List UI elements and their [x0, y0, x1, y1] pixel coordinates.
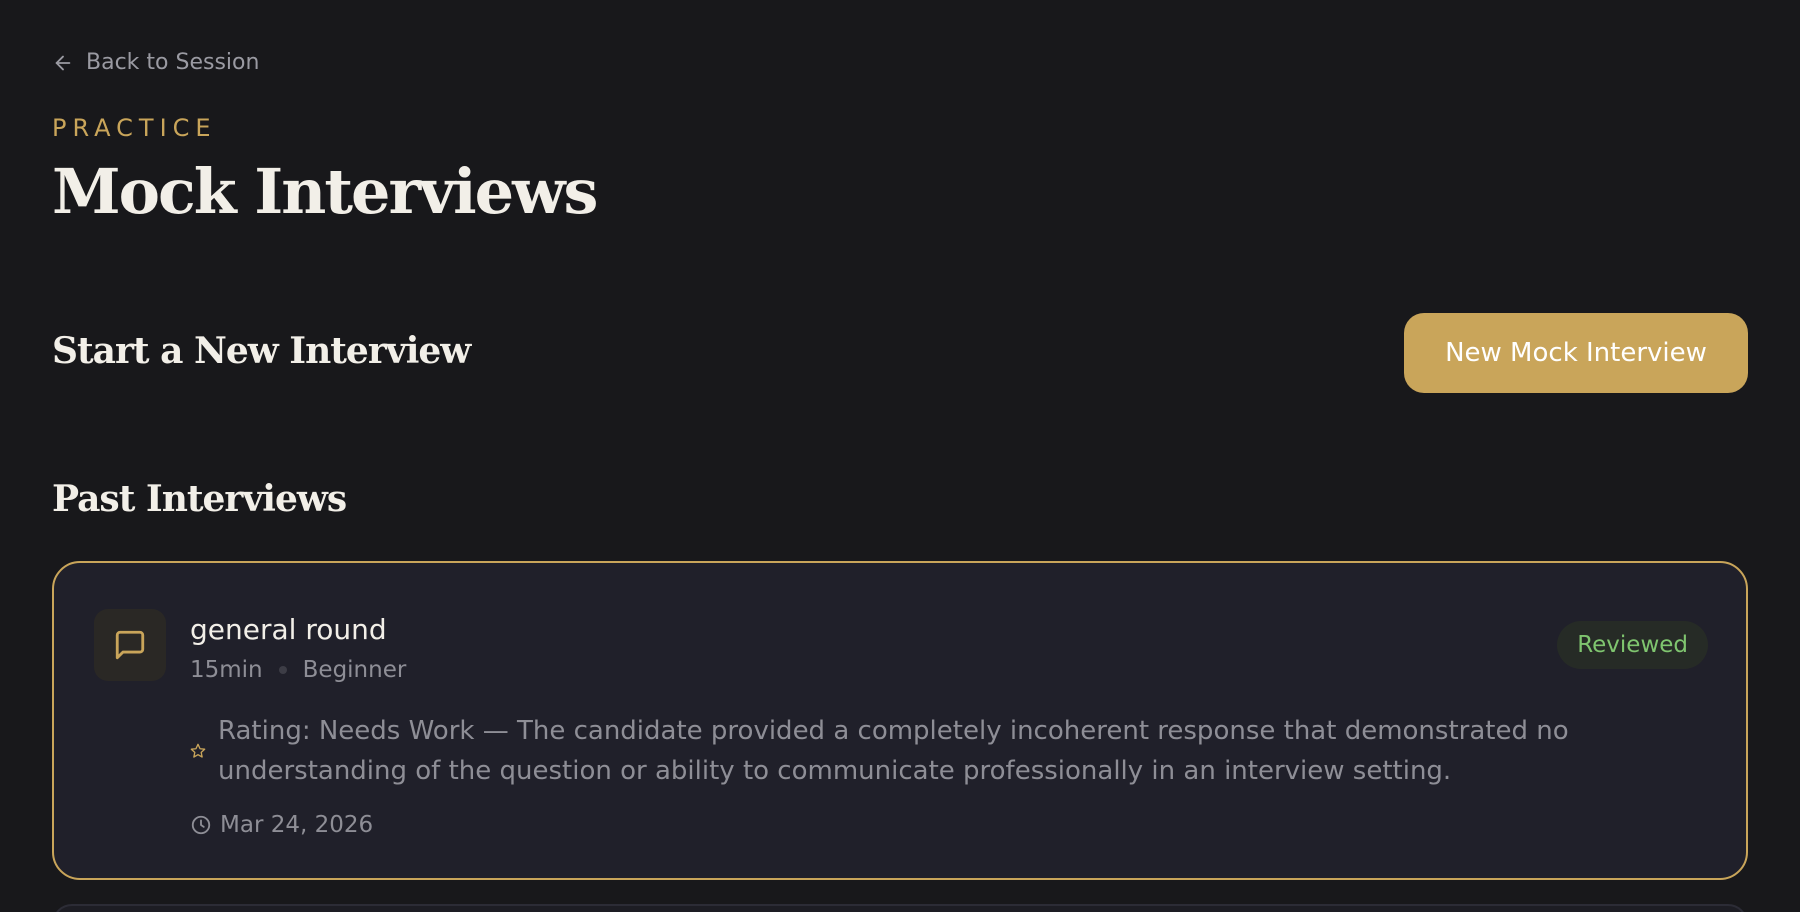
chat-bubble-icon [115, 630, 145, 660]
interview-date: Mar 24, 2026 [190, 812, 373, 838]
status-badge: Reviewed [1557, 621, 1708, 669]
start-new-interview-heading: Start a New Interview [52, 330, 471, 372]
rating-text: Rating: Needs Work — The candidate provi… [218, 716, 1569, 786]
arrow-left-icon [55, 55, 71, 70]
page-eyebrow: PRACTICE [52, 114, 217, 142]
interview-card[interactable]: general round 15min Beginner Reviewed Ra… [52, 561, 1748, 880]
interview-title: general round [190, 613, 387, 646]
next-interview-card-edge[interactable] [52, 904, 1748, 912]
new-mock-interview-button[interactable]: New Mock Interview [1404, 313, 1748, 393]
star-icon [190, 743, 206, 758]
meta-separator-dot [278, 666, 287, 674]
interview-icon-box [94, 609, 166, 681]
back-to-session-link[interactable]: Back to Session [52, 50, 259, 75]
interview-meta: 15min Beginner [190, 657, 406, 683]
page-title: Mock Interviews [52, 155, 598, 228]
interview-level: Beginner [302, 657, 407, 683]
interview-rating: Rating: Needs Work — The candidate provi… [190, 711, 1610, 791]
clock-icon [191, 815, 211, 835]
past-interviews-heading: Past Interviews [52, 478, 347, 520]
back-link-label: Back to Session [86, 50, 260, 75]
interview-date-text: Mar 24, 2026 [220, 812, 374, 838]
mock-interviews-page: Back to Session PRACTICE Mock Interviews… [0, 0, 1800, 912]
interview-duration: 15min [190, 657, 263, 683]
